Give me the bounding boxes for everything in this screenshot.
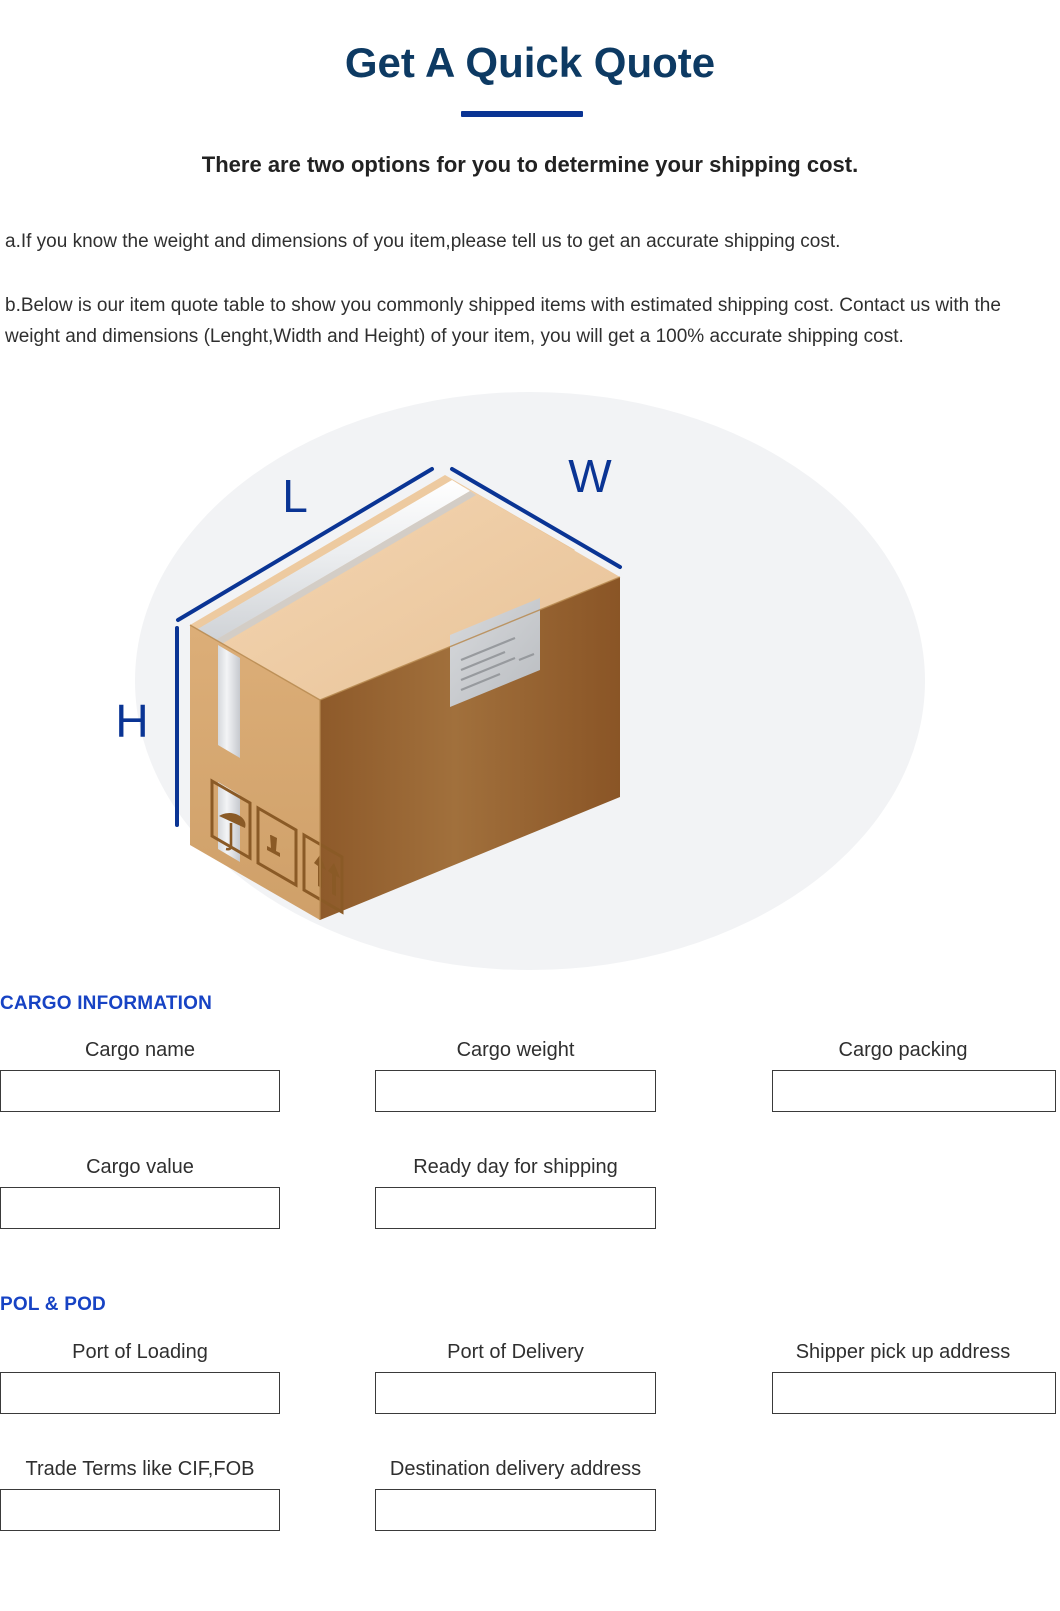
label-cargo-weight: Cargo weight [456, 1039, 575, 1061]
label-trade-terms: Trade Terms like CIF,FOB [25, 1458, 255, 1480]
field-trade-terms: Trade Terms like CIF,FOB [0, 1457, 280, 1531]
field-destination-delivery-address: Destination delivery address [375, 1457, 656, 1531]
page-title: Get A Quick Quote [344, 39, 716, 86]
title-underline-rule [461, 111, 583, 117]
field-ready-day-for-shipping: Ready day for shipping [375, 1155, 656, 1229]
height-label: H [115, 695, 148, 747]
field-cargo-weight: Cargo weight [375, 1038, 656, 1112]
label-destination-delivery-address: Destination delivery address [389, 1458, 642, 1480]
field-cargo-value: Cargo value [0, 1155, 280, 1229]
label-cargo-value: Cargo value [86, 1156, 194, 1178]
intro-option-b: b.Below is our item quote table to show … [5, 295, 1001, 347]
label-shipper-pick-up-address: Shipper pick up address [795, 1341, 1011, 1363]
length-label: L [282, 470, 308, 522]
label-ready-day-for-shipping: Ready day for shipping [413, 1156, 618, 1178]
input-destination-delivery-address[interactable] [375, 1489, 656, 1531]
input-shipper-pick-up-address[interactable] [772, 1372, 1056, 1414]
section-heading-cargo-information: CARGO INFORMATION [0, 993, 213, 1014]
field-shipper-pick-up-address: Shipper pick up address [750, 1340, 1056, 1414]
input-trade-terms[interactable] [0, 1489, 280, 1531]
input-ready-day-for-shipping[interactable] [375, 1187, 656, 1229]
front-vertical-tape [218, 645, 240, 758]
field-cargo-packing: Cargo packing [750, 1038, 1056, 1112]
page-subtitle: There are two options for you to determi… [201, 152, 859, 177]
input-port-of-delivery[interactable] [375, 1372, 656, 1414]
label-port-of-delivery: Port of Delivery [447, 1341, 584, 1363]
input-port-of-loading[interactable] [0, 1372, 280, 1414]
intro-option-a: a.If you know the weight and dimensions … [5, 231, 841, 252]
field-port-of-delivery: Port of Delivery [375, 1340, 656, 1414]
carton-box-illustration: L W H [0, 392, 1060, 970]
input-cargo-weight[interactable] [375, 1070, 656, 1112]
section-heading-pol-pod: POL & POD [0, 1294, 106, 1315]
width-label: W [568, 450, 612, 502]
label-cargo-name: Cargo name [84, 1039, 196, 1061]
input-cargo-packing[interactable] [772, 1070, 1056, 1112]
label-cargo-packing: Cargo packing [838, 1039, 968, 1061]
label-port-of-loading: Port of Loading [72, 1341, 208, 1363]
input-cargo-value[interactable] [0, 1187, 280, 1229]
field-port-of-loading: Port of Loading [0, 1340, 280, 1414]
field-cargo-name: Cargo name [0, 1038, 280, 1112]
input-cargo-name[interactable] [0, 1070, 280, 1112]
